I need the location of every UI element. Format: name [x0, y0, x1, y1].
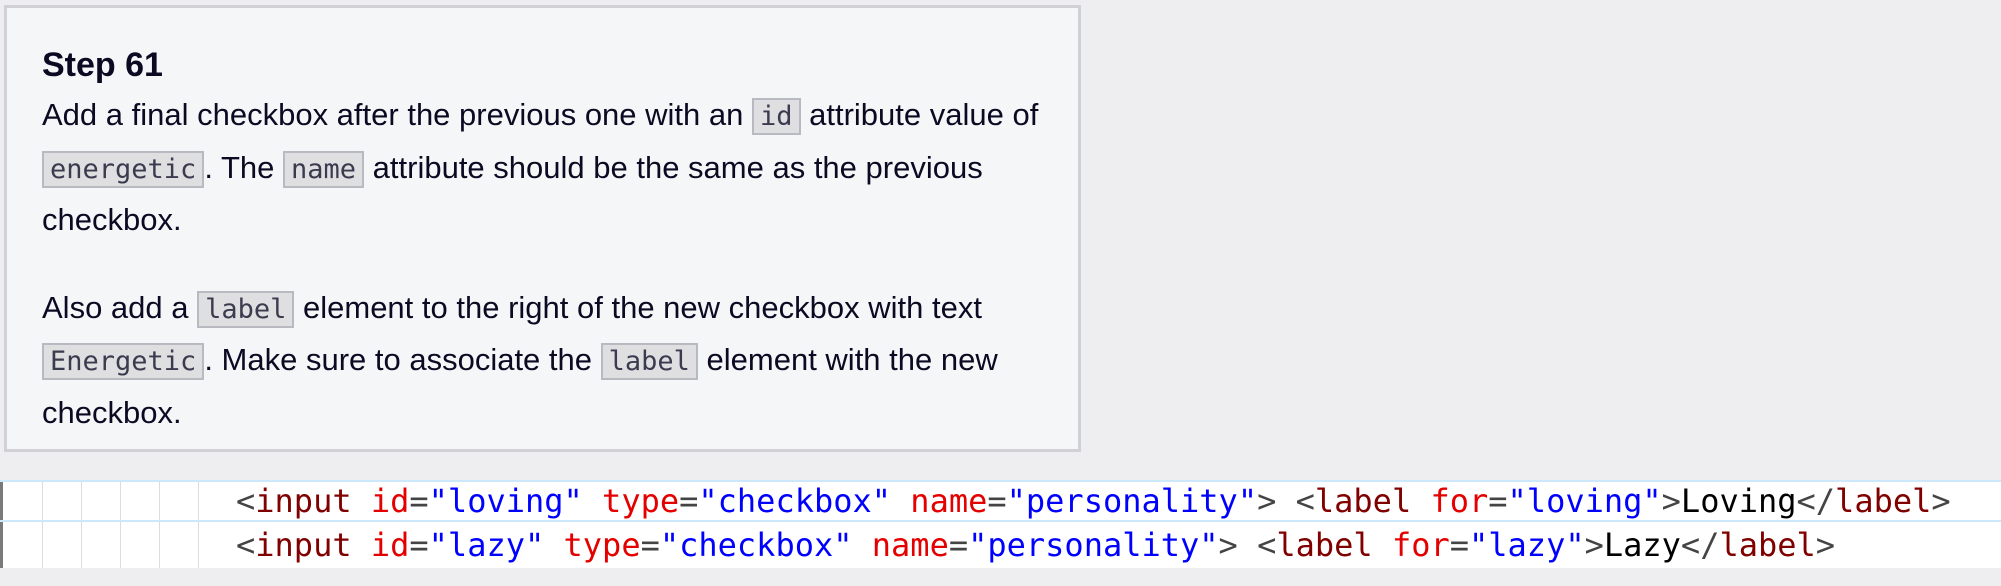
code-token-attr: type: [563, 526, 641, 564]
code-token-tag: label: [1719, 526, 1816, 564]
code-token-tag: label: [1835, 482, 1932, 520]
code-token: >: [1931, 482, 1951, 520]
instruction-text: attribute value of: [800, 97, 1039, 132]
code-token: </: [1796, 482, 1836, 520]
code-token-string: "checkbox": [698, 482, 892, 520]
code-token: <: [1257, 526, 1277, 564]
inline-code-energetic-text: Energetic: [42, 343, 205, 380]
instruction-text: element to the right of the new checkbox…: [294, 289, 982, 325]
code-line-lazy[interactable]: <input id="lazy" type="checkbox" name="p…: [0, 524, 2001, 566]
code-token-string: "lazy": [428, 526, 545, 564]
code-token: >: [1661, 482, 1681, 520]
code-token-string: "loving": [1507, 482, 1662, 520]
inline-code-name: name: [283, 150, 365, 188]
step-title: Step 61: [42, 46, 163, 84]
code-token: =: [679, 482, 699, 520]
instruction-text: Also add a: [42, 289, 198, 325]
instruction-text: . Make sure to associate the: [204, 342, 601, 377]
challenge-instructions: Step 61 Add a final checkbox after the p…: [4, 5, 1081, 452]
instruction-paragraph-2: Also add a label element to the right of…: [42, 283, 1043, 439]
instruction-paragraph-1: Add a final checkbox after the previous …: [42, 90, 1043, 246]
code-token-text: Loving: [1680, 482, 1797, 520]
code-token-string: "loving": [428, 482, 583, 520]
code-token: <: [236, 482, 256, 520]
code-token-text: Lazy: [1603, 526, 1681, 564]
code-token-attr: name: [910, 482, 988, 520]
inline-code-label: label: [197, 290, 295, 328]
code-token: >: [1257, 482, 1277, 520]
code-token-attr: id: [370, 482, 410, 520]
inline-code-id: id: [752, 98, 801, 135]
code-token-tag: label: [1276, 526, 1373, 564]
code-token: =: [640, 526, 660, 564]
inline-code-energetic: energetic: [42, 150, 205, 188]
code-token-attr: id: [370, 526, 410, 564]
instruction-text: Add a final checkbox after the previous …: [42, 97, 752, 132]
code-token: =: [987, 482, 1007, 520]
code-token-tag: input: [255, 526, 352, 564]
code-token: <: [236, 526, 256, 564]
code-token-string: "personality": [968, 526, 1219, 564]
code-token: =: [409, 526, 429, 564]
code-token-attr: for: [1430, 482, 1489, 520]
code-token: >: [1218, 526, 1238, 564]
code-token-attr: type: [602, 482, 680, 520]
code-token: <: [1295, 482, 1315, 520]
code-token-tag: label: [1314, 482, 1412, 520]
inline-code-label: label: [600, 343, 698, 380]
code-token: >: [1584, 526, 1604, 564]
code-token-attr: for: [1391, 526, 1450, 564]
code-token-attr: name: [871, 526, 949, 564]
instruction-text: . The: [204, 149, 284, 185]
code-token: =: [1488, 482, 1508, 520]
code-line-loving[interactable]: <input id="loving" type="checkbox" name=…: [0, 480, 2001, 522]
code-token-tag: input: [255, 482, 352, 520]
code-token: =: [409, 482, 429, 520]
code-token: =: [1449, 526, 1469, 564]
code-token: </: [1680, 526, 1720, 564]
code-token-string: "lazy": [1469, 526, 1585, 564]
code-token: =: [948, 526, 969, 564]
code-token-string: "personality": [1006, 482, 1258, 520]
code-editor[interactable]: <input id="loving" type="checkbox" name=…: [0, 480, 2001, 568]
code-token-string: "checkbox": [659, 526, 853, 564]
code-token: >: [1815, 526, 1836, 564]
